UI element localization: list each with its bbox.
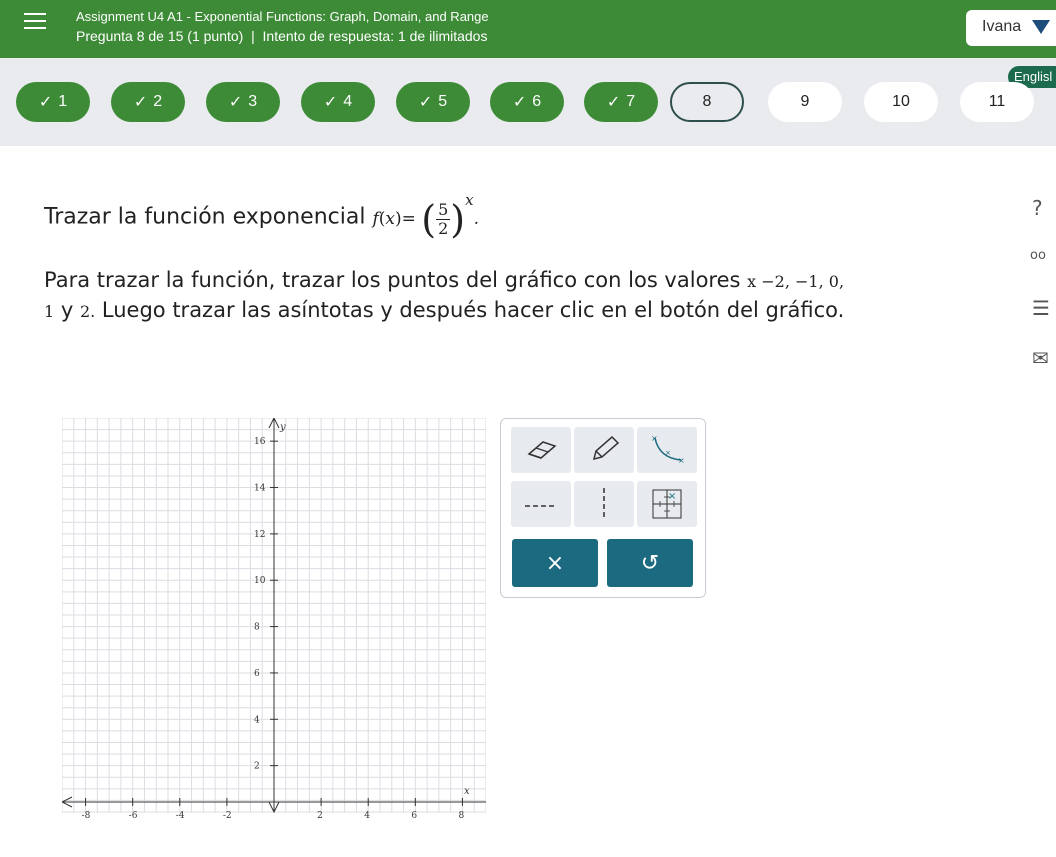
fraction-denominator: 2 <box>438 218 449 238</box>
question-button-9[interactable]: 9 <box>768 82 842 122</box>
question-button-11[interactable]: 11 <box>960 82 1034 122</box>
exponential-curve-icon: × × × <box>651 434 685 465</box>
question-button-label: 9 <box>800 93 810 110</box>
graph-toolbox: × × × × × ↺ <box>500 418 706 598</box>
question-button-7[interactable]: ✓ 7 <box>584 82 658 122</box>
menu-icon[interactable] <box>24 13 46 31</box>
question-button-label: 10 <box>892 93 910 110</box>
x-tick-label: 8 <box>458 811 464 821</box>
question-button-label: 6 <box>532 93 542 110</box>
y-tick-label: 14 <box>254 484 266 494</box>
instruction-value-1: 1 <box>44 302 55 321</box>
pencil-icon <box>592 435 620 461</box>
assignment-title: Assignment U4 A1 - Exponential Functions… <box>76 9 489 24</box>
fraction-numerator: 5 <box>436 199 451 220</box>
question-button-label: 11 <box>988 93 1006 110</box>
question-button-8[interactable]: 8 <box>670 82 744 122</box>
glasses-icon[interactable]: oo <box>1030 248 1046 263</box>
instruction-conj: y <box>54 298 80 322</box>
pencil-tool[interactable] <box>574 427 634 473</box>
horizontal-asymptote-tool[interactable] <box>511 481 571 527</box>
y-tick-label: 12 <box>254 530 265 540</box>
question-number: Pregunta 8 de 15 (1 punto) <box>76 28 244 44</box>
attempt-info: Intento de respuesta: 1 de ilimitados <box>262 28 488 44</box>
question-button-label: 1 <box>58 93 68 110</box>
svg-text:×: × <box>651 434 658 443</box>
point-tool[interactable]: × <box>637 481 697 527</box>
problem-intro: Trazar la función exponencial <box>44 204 366 230</box>
check-icon: ✓ <box>418 94 433 111</box>
help-icon[interactable]: ? <box>1032 196 1043 220</box>
question-button-10[interactable]: 10 <box>864 82 938 122</box>
question-button-1[interactable]: ✓ 1 <box>16 82 90 122</box>
clear-button[interactable]: × <box>512 539 598 587</box>
instruction-value-2: 2. <box>79 302 96 321</box>
undo-button[interactable]: ↺ <box>607 539 693 587</box>
question-button-label: 2 <box>153 93 163 110</box>
svg-text:×: × <box>665 449 671 457</box>
end-dot: . <box>473 208 479 229</box>
check-icon: ✓ <box>228 94 243 111</box>
question-button-label: 7 <box>626 93 636 110</box>
question-button-label: 8 <box>702 93 712 110</box>
mail-icon[interactable]: ✉ <box>1032 346 1049 370</box>
question-button-label: 4 <box>343 93 353 110</box>
instruction-line-1: Para trazar la función, trazar los punto… <box>44 268 844 292</box>
question-button-5[interactable]: ✓ 5 <box>396 82 470 122</box>
instruction-text-1: Para trazar la función, trazar los punto… <box>44 268 741 292</box>
x-tick-label: 6 <box>411 811 417 821</box>
check-icon: ✓ <box>323 94 338 111</box>
y-tick-label: 16 <box>254 437 266 447</box>
y-tick-label: 8 <box>254 623 260 633</box>
instruction-values-1: x −2, −1, 0, <box>747 272 845 291</box>
x-axis-label: x <box>464 786 470 797</box>
svg-text:×: × <box>678 456 685 465</box>
notes-icon[interactable]: ☰ <box>1032 296 1050 320</box>
question-button-label: 3 <box>248 93 258 110</box>
eraser-icon <box>527 441 557 459</box>
x-tick-label: 2 <box>317 811 323 821</box>
y-tick-label: 2 <box>254 762 260 772</box>
x-tick-label: -4 <box>176 811 185 821</box>
check-icon: ✓ <box>606 94 621 111</box>
exponent: x <box>465 190 474 209</box>
x-tick-label: 4 <box>364 811 370 821</box>
question-button-2[interactable]: ✓ 2 <box>111 82 185 122</box>
instruction-text-2: Luego trazar las asíntotas y después hac… <box>95 298 845 322</box>
horizontal-dashed-line-icon <box>525 505 557 507</box>
fraction: 52 <box>436 199 451 238</box>
user-menu[interactable]: Ivana <box>966 10 1056 46</box>
chevron-down-icon <box>1032 20 1050 34</box>
instruction-line-2: 1 y 2. Luego trazar las asíntotas y desp… <box>44 298 844 322</box>
question-nav: Englisl ✓ 1 ✓ 2 ✓ 3 ✓ 4 ✓ 5 ✓ 6 ✓ 7 8 9 10 11 <box>0 58 1056 146</box>
x-tick-label: -6 <box>129 811 138 821</box>
question-button-label: 5 <box>438 93 448 110</box>
x-tick-label: -2 <box>223 811 232 821</box>
user-name: Ivana <box>982 18 1022 35</box>
top-bar: Assignment U4 A1 - Exponential Functions… <box>0 0 1056 58</box>
problem-statement: Trazar la función exponencial f(x)= (5 2)… <box>44 190 479 241</box>
y-tick-label: 10 <box>254 576 266 586</box>
exponential-curve-tool[interactable]: × × × <box>637 427 697 473</box>
eraser-tool[interactable] <box>511 427 571 473</box>
x-tick-label: -8 <box>82 811 91 821</box>
vertical-asymptote-tool[interactable] <box>574 481 634 527</box>
check-icon: ✓ <box>38 94 53 111</box>
check-icon: ✓ <box>512 94 527 111</box>
y-tick-label: 6 <box>254 669 260 679</box>
grid-point-icon: × <box>652 489 682 519</box>
question-button-3[interactable]: ✓ 3 <box>206 82 280 122</box>
y-axis-label: y <box>279 422 286 433</box>
question-button-4[interactable]: ✓ 4 <box>301 82 375 122</box>
check-icon: ✓ <box>133 94 148 111</box>
question-info: Pregunta 8 de 15 (1 punto) | Intento de … <box>76 28 488 44</box>
y-tick-label: 4 <box>254 715 260 725</box>
function-arg: x <box>385 208 395 229</box>
vertical-dashed-line-icon <box>603 488 605 520</box>
question-button-6[interactable]: ✓ 6 <box>490 82 564 122</box>
function-expression: f(x)= (5 2)x. <box>372 190 479 241</box>
graph-canvas[interactable]: -8 -6 -4 -2 2 4 6 8 2 4 6 8 10 12 14 16 x y <box>62 418 486 830</box>
svg-text:×: × <box>668 491 676 502</box>
